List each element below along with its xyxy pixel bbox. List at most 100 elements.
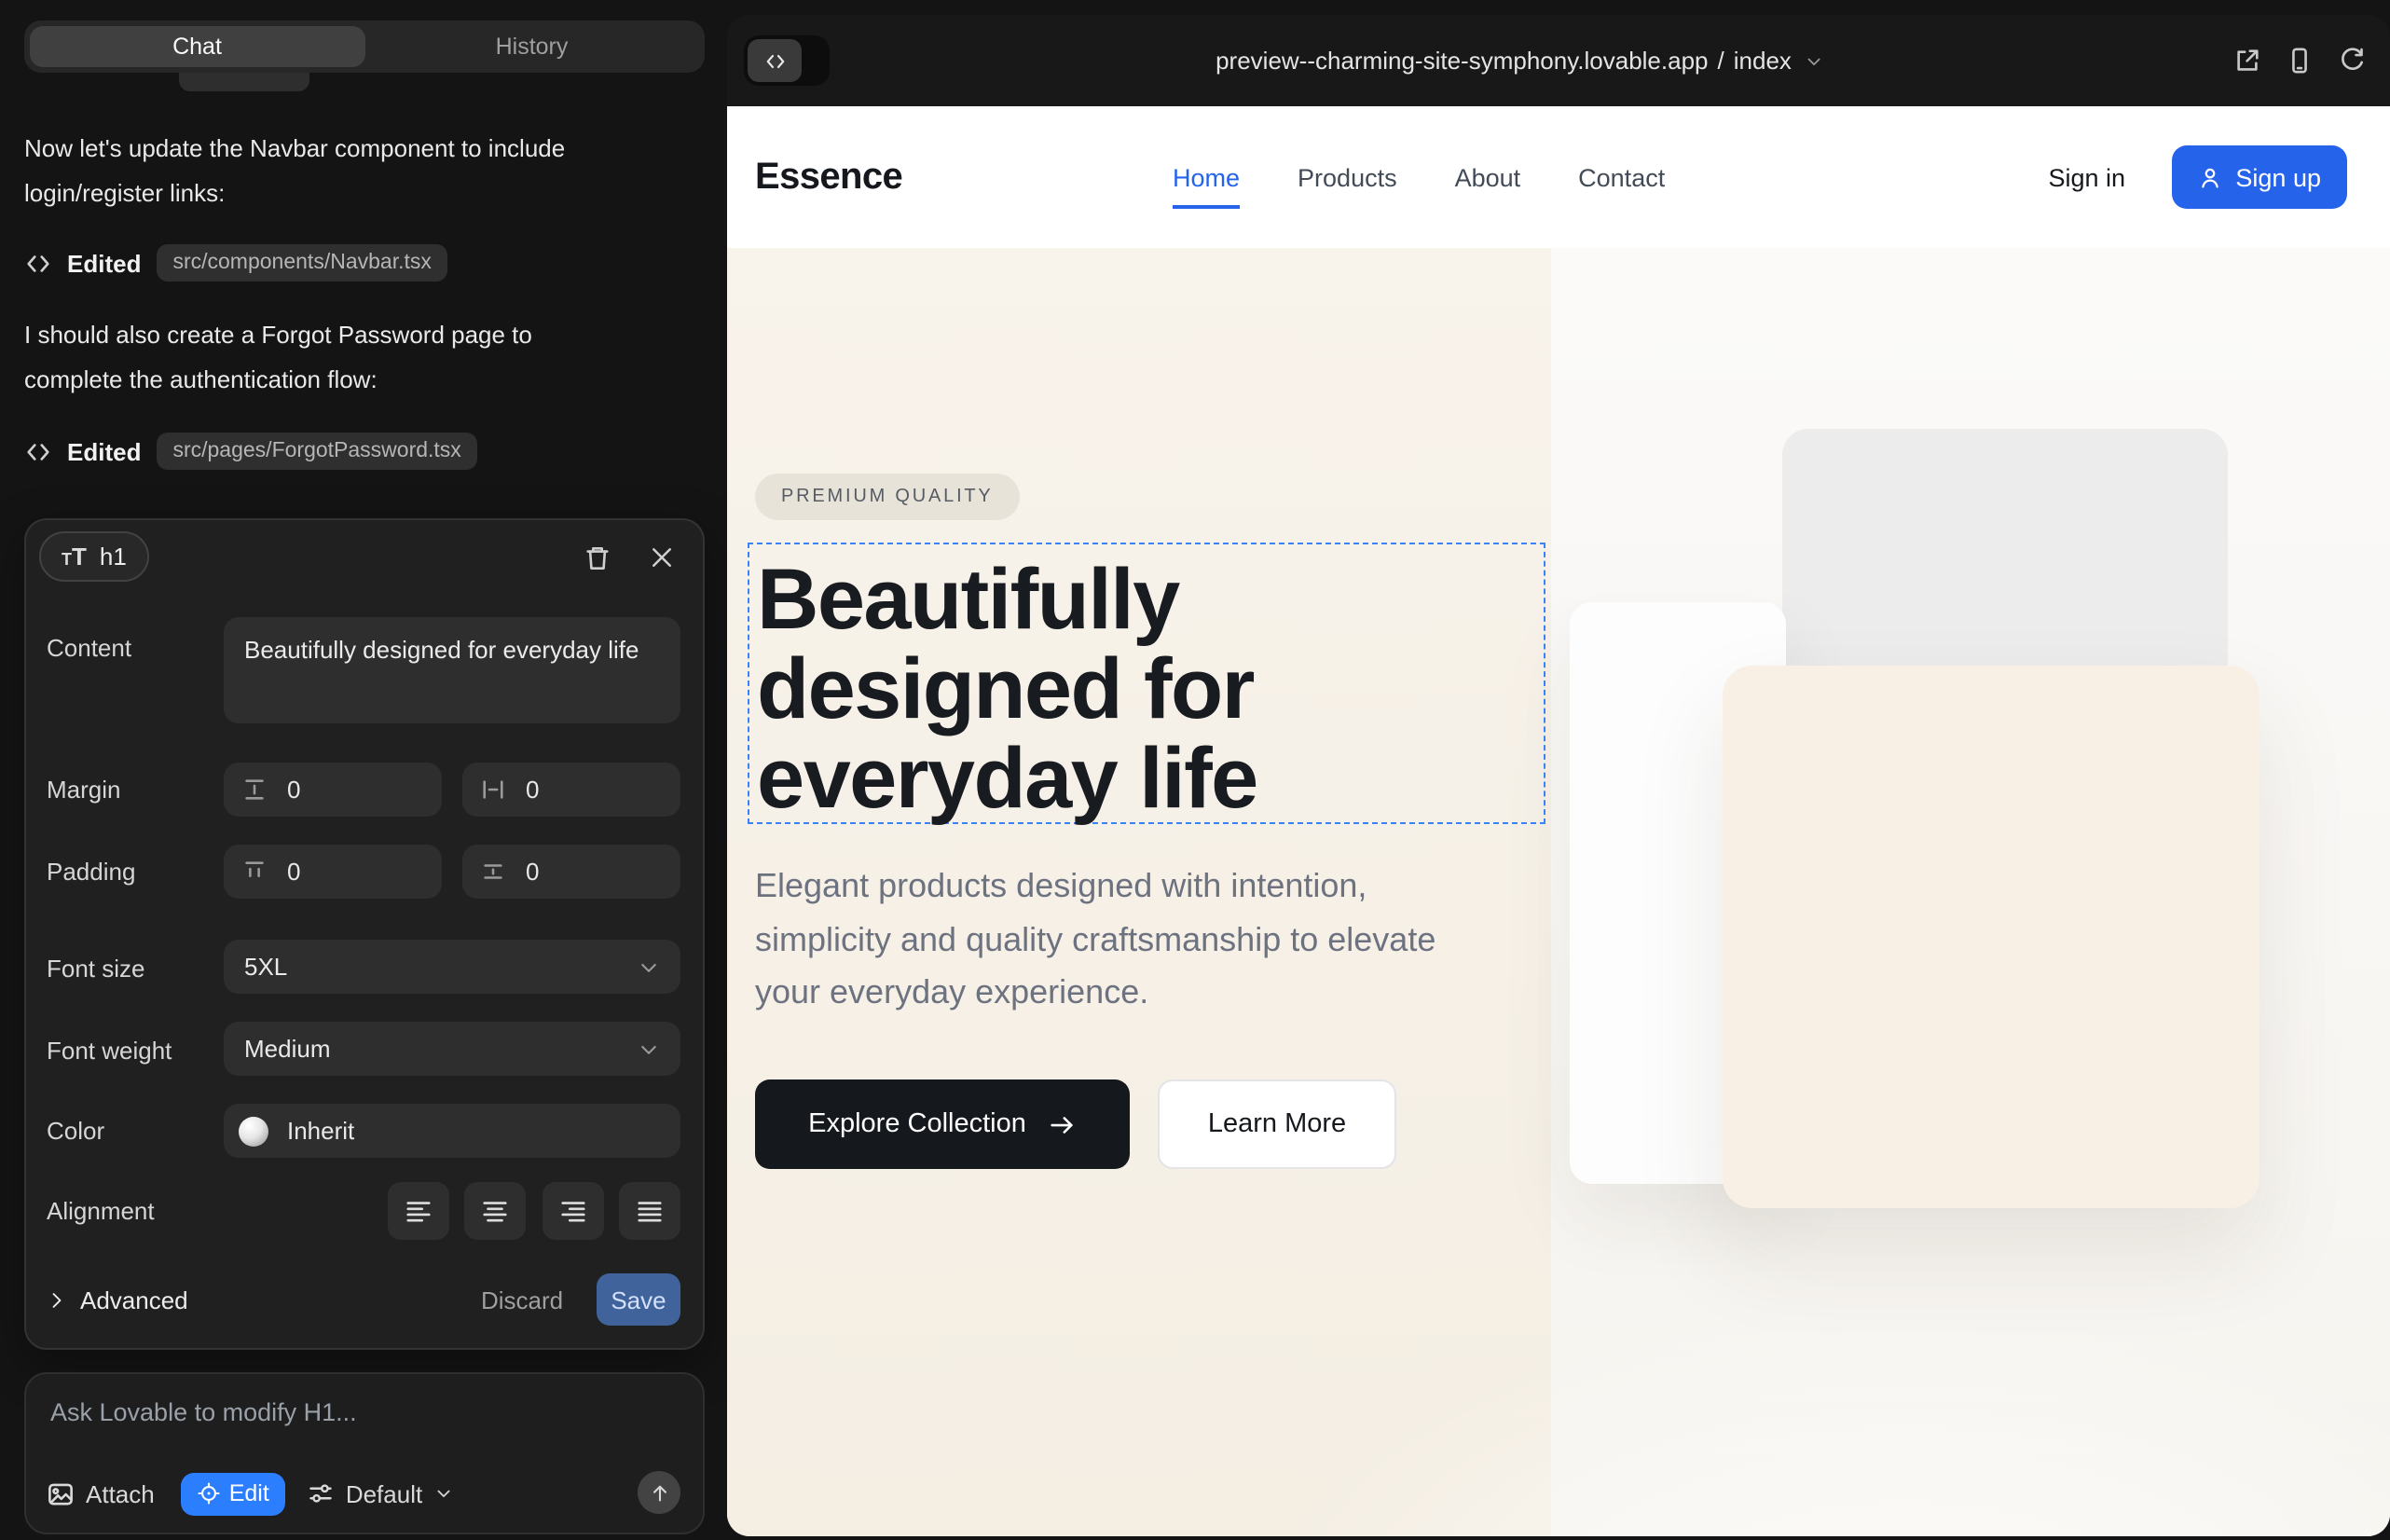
advanced-toggle[interactable]: Advanced	[47, 1273, 188, 1326]
delete-element-button[interactable]	[574, 535, 619, 580]
align-center-button[interactable]	[464, 1182, 526, 1240]
view-toggle	[744, 35, 830, 86]
preview-browser: preview--charming-site-symphony.lovable.…	[727, 15, 2390, 1536]
padding-vertical-field	[224, 845, 442, 899]
font-size-select[interactable]: 5XL	[224, 940, 680, 994]
discard-button[interactable]: Discard	[474, 1273, 570, 1326]
chat-panel: Chat History Now let's update the Navbar…	[0, 0, 727, 1540]
hero-heading[interactable]: Beautifully designed for everyday life	[757, 554, 1544, 822]
padding-vertical-icon	[242, 859, 267, 884]
edited-file-row: Edited src/pages/ForgotPassword.tsx	[24, 431, 478, 472]
edited-label: Edited	[67, 437, 141, 465]
sign-in-link[interactable]: Sign in	[2048, 106, 2125, 248]
padding-horizontal-field	[462, 845, 680, 899]
code-view-button[interactable]	[748, 39, 802, 82]
composer-input[interactable]	[47, 1396, 669, 1428]
site-logo[interactable]: Essence	[755, 106, 902, 248]
model-default-button[interactable]: Default	[309, 1479, 452, 1507]
browser-actions	[2233, 15, 2366, 106]
refresh-button[interactable]	[2338, 47, 2366, 75]
color-swatch-icon	[239, 1116, 268, 1146]
color-select[interactable]: Inherit	[224, 1104, 680, 1158]
hero-section: PREMIUM QUALITY Beautifully designed for…	[727, 248, 2390, 1536]
browser-toolbar: preview--charming-site-symphony.lovable.…	[727, 15, 2390, 106]
chevron-down-icon	[1805, 51, 1823, 70]
margin-vertical-icon	[242, 777, 267, 802]
send-button[interactable]	[638, 1471, 680, 1514]
nav-link-home[interactable]: Home	[1173, 163, 1240, 191]
learn-more-label: Learn More	[1208, 1109, 1346, 1139]
selection-outline: Beautifully designed for everyday life	[748, 543, 1545, 824]
preview-url[interactable]: preview--charming-site-symphony.lovable.…	[1216, 15, 1823, 106]
mobile-view-button[interactable]	[2286, 47, 2314, 75]
font-weight-label: Font weight	[47, 1037, 172, 1065]
content-textarea[interactable]: Beautifully designed for everyday life	[224, 617, 680, 723]
edit-label: Edit	[229, 1480, 269, 1506]
padding-horizontal-icon	[481, 859, 505, 884]
font-weight-value: Medium	[244, 1035, 638, 1063]
chevron-down-icon	[638, 1038, 660, 1060]
color-value: Inherit	[287, 1117, 354, 1145]
chat-history-tabs: Chat History	[24, 21, 705, 73]
app: Chat History Now let's update the Navbar…	[0, 0, 2390, 1540]
explore-label: Explore Collection	[808, 1109, 1026, 1139]
attach-button[interactable]: Attach	[47, 1479, 155, 1507]
element-editor-panel: TT h1 Content Beautifully designed for e…	[24, 518, 705, 1350]
edit-mode-button[interactable]: Edit	[181, 1472, 286, 1515]
margin-vertical-input[interactable]	[283, 774, 365, 805]
nav-link-contact[interactable]: Contact	[1578, 163, 1665, 191]
align-right-button[interactable]	[543, 1182, 604, 1240]
learn-more-button[interactable]: Learn More	[1158, 1079, 1396, 1169]
file-chip[interactable]: src/pages/ForgotPassword.tsx	[156, 433, 477, 470]
content-field: Beautifully designed for everyday life	[224, 617, 680, 723]
font-size-value: 5XL	[244, 953, 638, 981]
align-justify-button[interactable]	[619, 1182, 680, 1240]
decor-card-beige	[1723, 666, 2260, 1208]
file-chip[interactable]: src/components/Navbar.tsx	[156, 244, 447, 282]
margin-horizontal-input[interactable]	[522, 774, 604, 805]
hero-heading-line: Beautifully	[757, 554, 1544, 643]
selected-element-badge[interactable]: TT h1	[39, 531, 149, 582]
margin-horizontal-icon	[481, 777, 505, 802]
explore-collection-button[interactable]: Explore Collection	[755, 1079, 1130, 1169]
edited-file-row: Edited src/components/Navbar.tsx	[24, 242, 448, 283]
edited-label: Edited	[67, 249, 141, 277]
font-weight-select[interactable]: Medium	[224, 1022, 680, 1076]
composer-toolbar: Attach Edit Default	[47, 1469, 684, 1518]
open-external-button[interactable]	[2233, 47, 2261, 75]
padding-vertical-input[interactable]	[283, 856, 365, 887]
margin-vertical-field	[224, 763, 442, 817]
nav-link-about[interactable]: About	[1455, 163, 1521, 191]
close-editor-button[interactable]	[639, 535, 684, 580]
nav-link-products[interactable]: Products	[1298, 163, 1397, 191]
align-left-button[interactable]	[388, 1182, 449, 1240]
code-icon	[24, 249, 52, 277]
margin-label: Margin	[47, 776, 121, 804]
padding-label: Padding	[47, 858, 135, 886]
site-navbar: Essence Home Products About Contact Sign…	[727, 106, 2390, 248]
alignment-label: Alignment	[47, 1197, 155, 1225]
sign-up-label: Sign up	[2235, 163, 2321, 191]
chat-composer: Attach Edit Default	[24, 1372, 705, 1534]
element-tag: h1	[100, 543, 127, 571]
sign-up-button[interactable]: Sign up	[2172, 145, 2347, 209]
text-size-icon: TT	[62, 544, 87, 569]
tab-chat[interactable]: Chat	[30, 26, 364, 67]
premium-quality-badge: PREMIUM QUALITY	[755, 474, 1020, 520]
hero-heading-line: everyday life	[757, 733, 1544, 822]
margin-horizontal-field	[462, 763, 680, 817]
url-page: index	[1734, 47, 1792, 75]
chat-message: Now let's update the Navbar component to…	[24, 127, 625, 214]
content-label: Content	[47, 634, 131, 662]
hero-heading-line: designed for	[757, 643, 1544, 733]
tab-history[interactable]: History	[364, 26, 699, 67]
hero-glow	[951, 1201, 2390, 1536]
advanced-label: Advanced	[80, 1286, 188, 1313]
hero-cta-row: Explore Collection Learn More	[755, 1079, 1396, 1169]
save-button[interactable]: Save	[597, 1273, 680, 1326]
url-domain: preview--charming-site-symphony.lovable.…	[1216, 47, 1708, 75]
url-separator: /	[1718, 47, 1724, 75]
color-label: Color	[47, 1117, 104, 1145]
site-preview: Essence Home Products About Contact Sign…	[727, 106, 2390, 1536]
padding-horizontal-input[interactable]	[522, 856, 604, 887]
